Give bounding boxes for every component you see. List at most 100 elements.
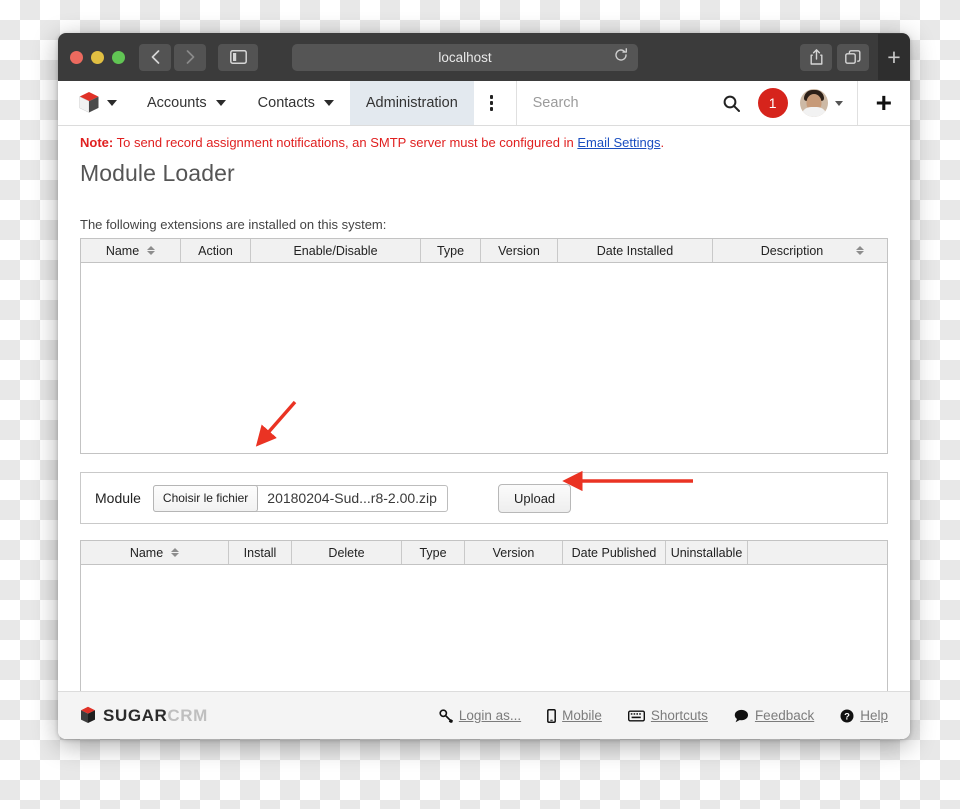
page-title: Module Loader: [80, 160, 235, 186]
chevron-down-icon: [834, 100, 843, 106]
smtp-note: Note: To send record assignment notifica…: [58, 126, 910, 150]
column-header-version: Version: [465, 541, 563, 564]
sugarcrm-home-button[interactable]: [58, 81, 131, 125]
cube-glyph: [81, 706, 95, 723]
note-prefix: Note:: [80, 135, 114, 150]
sort-arrows-icon[interactable]: [856, 246, 864, 255]
choose-file-button[interactable]: Choisir le fichier: [152, 484, 259, 512]
help-glyph: ?: [840, 709, 854, 722]
phone-glyph: [547, 708, 557, 723]
column-header-label: Version: [498, 243, 540, 258]
module-upload-panel: Module Choisir le fichier 20180204-Sud..…: [80, 472, 888, 524]
column-header-label: Install: [243, 545, 277, 560]
address-bar[interactable]: localhost: [292, 43, 638, 71]
kebab-dot: [489, 95, 494, 99]
nav-item-administration[interactable]: Administration: [349, 81, 474, 125]
chevron-down-icon: [323, 100, 334, 106]
footer-link-label: Help: [860, 708, 888, 723]
share-button[interactable]: [800, 43, 832, 71]
footer-link-mobile[interactable]: Mobile: [547, 708, 602, 723]
comment-glyph: [734, 709, 748, 722]
sidebar-toggle-button[interactable]: [218, 43, 258, 71]
upload-button[interactable]: Upload: [497, 483, 572, 513]
footer-link-feedback[interactable]: Feedback: [734, 708, 814, 723]
page-footer: SUGARCRM Login as... Mobile Shortcuts Fe…: [58, 691, 910, 739]
column-header-action: Action: [181, 239, 251, 262]
crm-navbar: Accounts Contacts Administration Search …: [58, 81, 910, 126]
note-text: To send record assignment notifications,…: [113, 135, 578, 150]
back-button[interactable]: [139, 43, 171, 71]
column-header-label: Date Installed: [596, 243, 674, 258]
sort-arrows-icon[interactable]: [147, 246, 156, 255]
keyboard-glyph: [627, 710, 645, 721]
staged-table-header: Name Install Delete Type Version Date Publish…: [81, 541, 887, 565]
footer-link-login-as[interactable]: Login as...: [439, 708, 521, 723]
column-header-type: Type: [421, 239, 481, 262]
logo-crm: CRM: [167, 705, 208, 725]
file-input[interactable]: Choisir le fichier 20180204-Sud...r8-2.0…: [152, 484, 448, 512]
column-header-name[interactable]: Name: [81, 541, 229, 564]
avatar: [799, 89, 828, 117]
column-header-label: Type: [419, 545, 447, 560]
sort-arrows-icon[interactable]: [171, 548, 180, 557]
user-menu[interactable]: [799, 89, 843, 117]
key-icon: [439, 708, 453, 723]
navbar-right-section: 1 +: [515, 81, 910, 125]
footer-link-label: Feedback: [754, 708, 815, 723]
footer-link-help[interactable]: ? Help: [840, 708, 888, 723]
nav-item-label: Contacts: [257, 95, 315, 111]
forward-button[interactable]: [174, 43, 206, 71]
key-glyph: [439, 708, 453, 723]
share-icon: [810, 49, 822, 65]
browser-window: localhost + Accounts Contacts Administra…: [58, 33, 910, 739]
nav-item-contacts[interactable]: Contacts: [242, 81, 350, 125]
nav-item-label: Accounts: [147, 95, 207, 111]
sugarcrm-cube-icon: [80, 706, 96, 725]
nav-item-accounts[interactable]: Accounts: [131, 81, 242, 125]
footer-link-label: Mobile: [562, 708, 602, 723]
chevron-down-icon: [107, 100, 117, 106]
installed-extensions-subtext: The following extensions are installed o…: [80, 217, 387, 232]
column-header-label: Date Published: [571, 545, 657, 560]
show-tabs-button[interactable]: [837, 43, 869, 71]
nav-item-label: Administration: [365, 95, 458, 111]
module-label: Module: [95, 490, 141, 506]
notification-badge[interactable]: 1: [757, 88, 788, 118]
new-tab-button[interactable]: +: [878, 34, 910, 80]
logo-text: SUGARCRM: [103, 706, 208, 726]
kebab-dot: [489, 101, 494, 105]
column-header-type: Type: [402, 541, 465, 564]
search-icon: [723, 95, 740, 112]
svg-text:?: ?: [844, 711, 850, 722]
footer-link-shortcuts[interactable]: Shortcuts: [627, 708, 708, 723]
quick-create-button[interactable]: +: [856, 81, 910, 125]
column-header-name[interactable]: Name: [81, 239, 181, 262]
keyboard-icon: [627, 710, 645, 722]
minimize-window-button[interactable]: [91, 50, 104, 64]
maximize-window-button[interactable]: [112, 50, 125, 64]
comment-icon: [734, 709, 749, 723]
footer-link-label: Login as...: [458, 708, 522, 723]
search-box[interactable]: [532, 95, 723, 111]
column-header-description[interactable]: Description: [713, 239, 871, 262]
window-traffic-lights: [70, 50, 125, 64]
column-header-install: Install: [229, 541, 292, 564]
column-header-label: Version: [492, 545, 535, 560]
column-header-date-installed: Date Installed: [558, 239, 713, 262]
column-header-label: Name: [105, 243, 140, 258]
column-header-label: Name: [129, 545, 164, 560]
column-header-version: Version: [481, 239, 558, 262]
search-input[interactable]: [532, 95, 723, 111]
url-text: localhost: [438, 49, 492, 65]
reload-icon: [615, 47, 627, 61]
email-settings-link[interactable]: Email Settings: [577, 135, 660, 150]
reload-button[interactable]: [614, 47, 628, 67]
search-button[interactable]: [723, 95, 746, 112]
nav-more-menu-button[interactable]: [474, 81, 510, 125]
chevron-right-icon: [186, 50, 194, 64]
sidebar-toggle-icon: [229, 50, 247, 64]
chevron-left-icon: [151, 50, 159, 64]
column-header-label: Delete: [328, 545, 365, 560]
selected-file-name: 20180204-Sud...r8-2.00.zip: [267, 490, 437, 506]
close-window-button[interactable]: [70, 50, 83, 64]
